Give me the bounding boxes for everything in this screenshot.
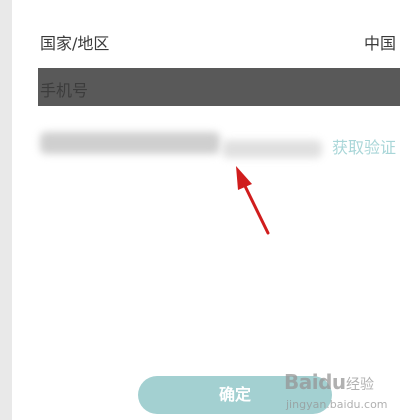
annotation-arrow-icon [236,166,270,235]
watermark-brand: Baidu [284,370,346,394]
watermark-url: jingyan.baidu.com [286,398,388,411]
watermark-suffix: 经验 [346,377,374,393]
baidu-jingyan-watermark: Baidu 经验 jingyan.baidu.com [282,370,400,420]
